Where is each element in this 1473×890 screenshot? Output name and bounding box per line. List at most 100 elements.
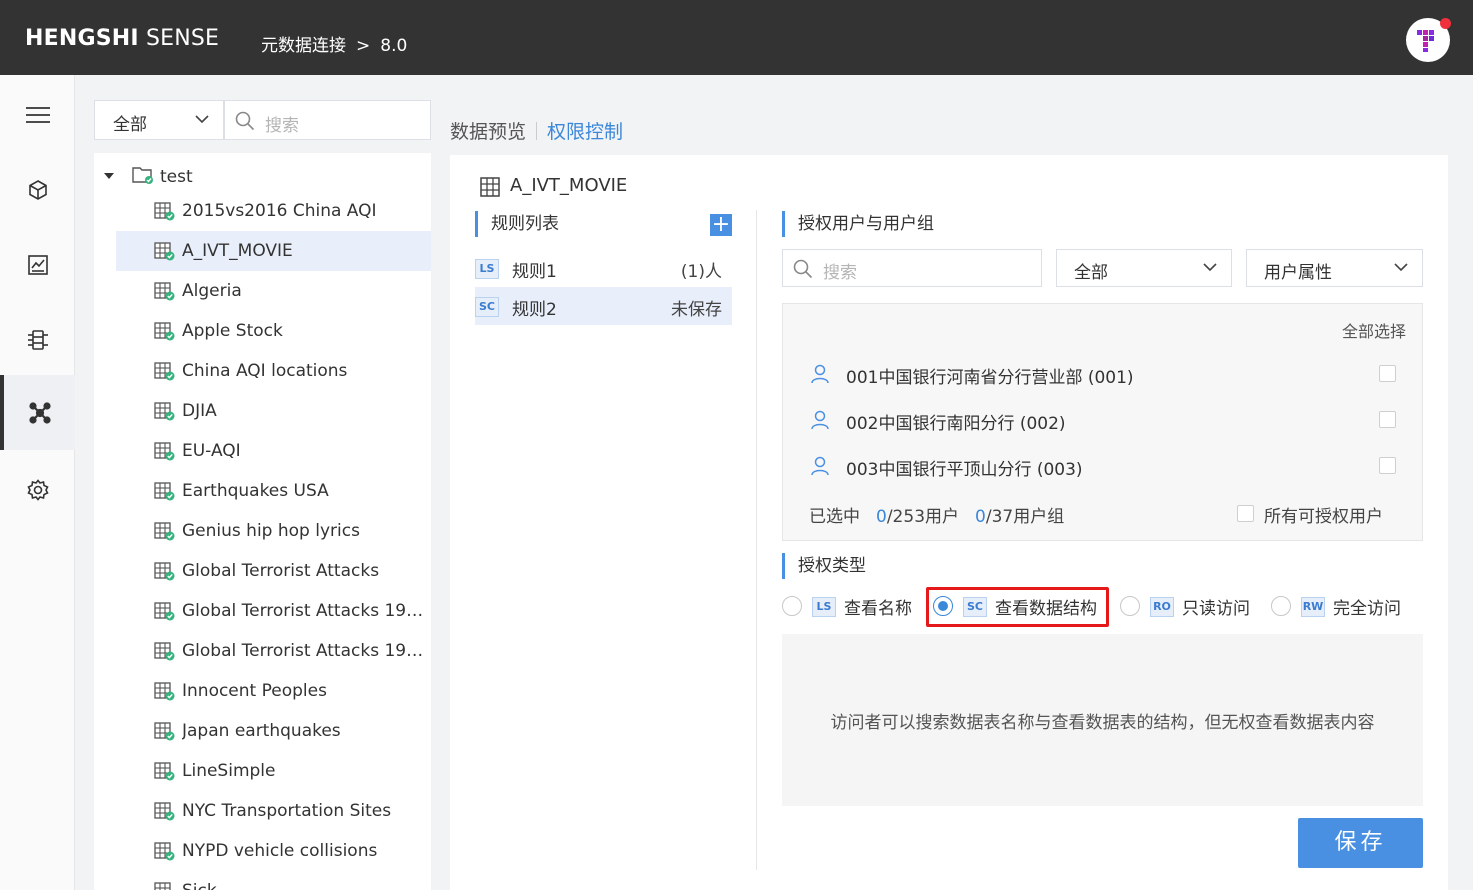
radio-button[interactable] bbox=[1120, 596, 1140, 616]
tree-item[interactable]: Innocent Peoples bbox=[116, 671, 431, 711]
tree-item[interactable]: Global Terrorist Attacks 1992 t... bbox=[116, 631, 431, 671]
tree-item-label: DJIA bbox=[182, 401, 217, 421]
user-avatar[interactable] bbox=[1406, 18, 1451, 62]
tree-item[interactable]: Global Terrorist Attacks 1970 t... bbox=[116, 591, 431, 631]
dataset-table-icon bbox=[154, 522, 175, 541]
brand-logo[interactable]: HENGSHI SENSE bbox=[25, 26, 219, 51]
save-button[interactable]: 保存 bbox=[1298, 818, 1423, 868]
tree-filter-select[interactable]: 全部 bbox=[94, 100, 224, 140]
auth-option-label: 查看名称 bbox=[844, 599, 912, 619]
breadcrumb-separator: > bbox=[356, 36, 371, 56]
authorized-users-header: 授权用户与用户组 bbox=[782, 211, 934, 237]
total-users: /253用户 bbox=[886, 507, 960, 527]
tree-item[interactable]: China AQI locations bbox=[116, 351, 431, 391]
tree-item[interactable]: Global Terrorist Attacks bbox=[116, 551, 431, 591]
breadcrumb-item-current: 8.0 bbox=[380, 36, 408, 56]
dataset-table-icon bbox=[154, 882, 171, 890]
breadcrumb-item-connection[interactable]: 元数据连接 bbox=[261, 36, 346, 56]
avatar-logo-icon bbox=[1417, 30, 1434, 52]
tree-item[interactable]: Apple Stock bbox=[116, 311, 431, 351]
dataset-table-icon bbox=[154, 762, 175, 781]
tree-item[interactable]: A_IVT_MOVIE bbox=[116, 231, 431, 271]
dataset-table-icon bbox=[154, 282, 175, 301]
radio-button[interactable] bbox=[782, 596, 802, 616]
tree-item-label: Global Terrorist Attacks bbox=[182, 561, 380, 581]
auth-badge: RW bbox=[1301, 597, 1325, 617]
rule-status: 未保存 bbox=[671, 300, 722, 320]
cube-icon[interactable] bbox=[0, 152, 75, 227]
folder-icon bbox=[132, 167, 153, 184]
top-bar: HENGSHI SENSE 元数据连接 >8.0 bbox=[0, 0, 1473, 75]
tab-data-preview[interactable]: 数据预览 bbox=[450, 121, 526, 143]
dataset-title-text: A_IVT_MOVIE bbox=[510, 175, 628, 196]
tree-item[interactable]: EU-AQI bbox=[116, 431, 431, 471]
expand-caret-icon[interactable] bbox=[104, 173, 114, 179]
tab-permission-control[interactable]: 权限控制 bbox=[547, 121, 623, 143]
auth-description-box: 访问者可以搜索数据表名称与查看数据表的结构，但无权查看数据表内容 bbox=[782, 634, 1423, 806]
network-icon[interactable] bbox=[0, 375, 75, 450]
dataset-table-icon bbox=[154, 402, 175, 421]
rule-name: 规则2 bbox=[512, 300, 557, 320]
view-tabs: 数据预览 权限控制 bbox=[450, 117, 623, 144]
user-attribute-value: 用户属性 bbox=[1264, 263, 1332, 283]
tree-root-label: test bbox=[160, 167, 193, 187]
user-checkbox[interactable] bbox=[1379, 365, 1396, 382]
tree-item-label: NYC Transportation Sites bbox=[182, 801, 392, 821]
dataset-table-icon bbox=[154, 362, 175, 381]
table-icon bbox=[480, 177, 500, 197]
tree-filter-value: 全部 bbox=[113, 115, 147, 135]
tree-item[interactable]: Earthquakes USA bbox=[116, 471, 431, 511]
menu-icon[interactable] bbox=[0, 77, 75, 152]
column-divider bbox=[756, 210, 757, 870]
tree-item-label: Global Terrorist Attacks 1992 t... bbox=[182, 641, 427, 661]
tree-item-label: NYPD vehicle collisions bbox=[182, 841, 378, 861]
dataset-table-icon bbox=[154, 682, 175, 701]
selected-prefix: 已选中 bbox=[809, 507, 860, 527]
dataset-table-icon bbox=[154, 802, 175, 821]
add-rule-button[interactable]: + bbox=[710, 214, 732, 236]
auth-description-text: 访问者可以搜索数据表名称与查看数据表的结构，但无权查看数据表内容 bbox=[830, 713, 1375, 733]
radio-button[interactable] bbox=[1271, 596, 1291, 616]
gear-icon[interactable] bbox=[0, 452, 75, 527]
select-all-button[interactable]: 全部选择 bbox=[1342, 318, 1406, 342]
tree-item[interactable]: Genius hip hop lyrics bbox=[116, 511, 431, 551]
chart-icon[interactable] bbox=[0, 227, 75, 302]
user-type-select[interactable]: 全部 bbox=[1056, 249, 1232, 287]
tree-item-label: Japan earthquakes bbox=[182, 721, 341, 741]
tree-item-label: Apple Stock bbox=[182, 321, 283, 341]
user-checkbox[interactable] bbox=[1379, 411, 1396, 428]
user-checkbox[interactable] bbox=[1379, 457, 1396, 474]
tree-item[interactable]: Japan earthquakes bbox=[116, 711, 431, 751]
user-row[interactable]: 001中国银行河南省分行营业部 (001) bbox=[783, 354, 1424, 394]
dataset-table-icon bbox=[154, 842, 175, 861]
user-attribute-select[interactable]: 用户属性 bbox=[1246, 249, 1423, 287]
user-icon bbox=[811, 456, 829, 476]
tree-item[interactable]: DJIA bbox=[116, 391, 431, 431]
rule-item-1[interactable]: LS 规则1 (1)人 bbox=[475, 249, 732, 287]
tree-item[interactable]: Algeria bbox=[116, 271, 431, 311]
tree-item[interactable]: NYPD vehicle collisions bbox=[116, 831, 431, 871]
auth-type-header: 授权类型 bbox=[782, 553, 866, 579]
tree-item-label: LineSimple bbox=[182, 761, 276, 781]
user-list: 全部选择 001中国银行河南省分行营业部 (001) 002中国银行南阳分行 (… bbox=[782, 303, 1423, 541]
dataset-icon[interactable] bbox=[0, 302, 75, 377]
tree-item[interactable]: 2015vs2016 China AQI bbox=[116, 191, 431, 231]
chevron-down-icon bbox=[1203, 263, 1217, 272]
search-icon bbox=[793, 259, 813, 279]
tree-item[interactable]: LineSimple bbox=[116, 751, 431, 791]
all-authorizable-checkbox[interactable] bbox=[1237, 505, 1254, 522]
dataset-tree: test 2015vs2016 China AQI A_IVT_MOVIE Alge… bbox=[94, 153, 431, 890]
tree-search-input[interactable]: 搜索 bbox=[224, 100, 431, 140]
selected-users-count: 0 bbox=[876, 507, 887, 527]
rule-item-2[interactable]: SC 规则2 未保存 bbox=[475, 287, 732, 325]
user-row[interactable]: 002中国银行南阳分行 (002) bbox=[783, 400, 1424, 440]
selection-summary: 已选中 0/253用户 0/37用户组 bbox=[809, 502, 1064, 527]
dataset-table-icon bbox=[154, 442, 175, 461]
tree-item[interactable]: Sick bbox=[116, 871, 431, 890]
user-type-value: 全部 bbox=[1074, 263, 1108, 283]
user-search-input[interactable]: 搜索 bbox=[782, 249, 1042, 287]
tree-root-folder[interactable]: test bbox=[94, 161, 431, 191]
tree-item[interactable]: NYC Transportation Sites bbox=[116, 791, 431, 831]
user-row[interactable]: 003中国银行平顶山分行 (003) bbox=[783, 446, 1424, 486]
rule-badge: LS bbox=[475, 259, 499, 279]
